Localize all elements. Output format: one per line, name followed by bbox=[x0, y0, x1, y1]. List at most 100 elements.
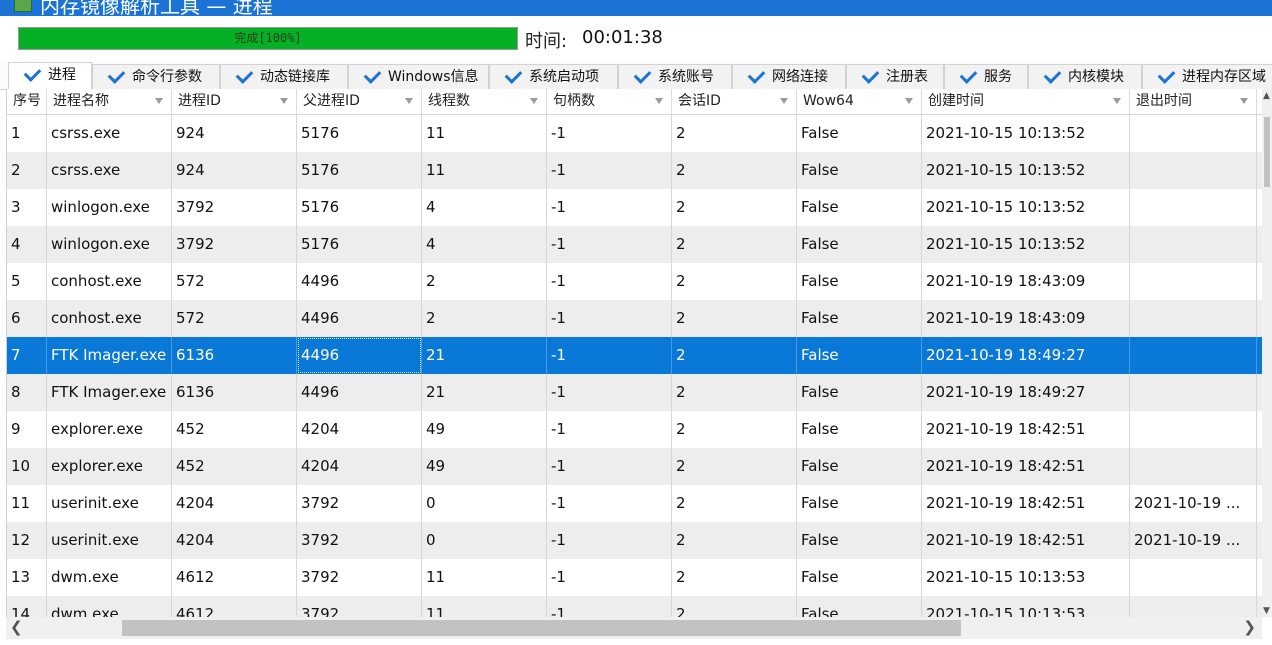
cell-session-id[interactable]: 2 bbox=[672, 522, 797, 559]
cell-session-id[interactable]: 2 bbox=[672, 189, 797, 226]
cell-pid[interactable]: 924 bbox=[172, 115, 297, 152]
cell-ppid[interactable]: 4204 bbox=[297, 448, 422, 485]
filter-arrow-icon[interactable] bbox=[655, 98, 663, 104]
cell-threads[interactable]: 0 bbox=[422, 485, 547, 522]
cell-process-name[interactable]: userinit.exe bbox=[47, 485, 172, 522]
cell-create-time[interactable]: 2021-10-15 10:13:53 bbox=[922, 596, 1130, 617]
cell-threads[interactable]: 4 bbox=[422, 189, 547, 226]
cell-process-name[interactable]: explorer.exe bbox=[47, 448, 172, 485]
tab-cmdline[interactable]: 命令行参数 bbox=[92, 64, 220, 89]
cell-wow64[interactable]: False bbox=[797, 115, 922, 152]
cell-ppid[interactable]: 3792 bbox=[297, 485, 422, 522]
cell-wow64[interactable]: False bbox=[797, 337, 922, 374]
cell-handles[interactable]: -1 bbox=[547, 263, 672, 300]
cell-ppid[interactable]: 5176 bbox=[297, 152, 422, 189]
cell-pid[interactable]: 6136 bbox=[172, 337, 297, 374]
cell-process-name[interactable]: dwm.exe bbox=[47, 596, 172, 617]
cell-handles[interactable]: -1 bbox=[547, 411, 672, 448]
cell-pid[interactable]: 4612 bbox=[172, 596, 297, 617]
cell-index[interactable]: 5 bbox=[7, 263, 47, 300]
scroll-right-icon[interactable]: ❯ bbox=[1243, 618, 1256, 636]
horizontal-scroll-thumb[interactable] bbox=[122, 620, 961, 636]
cell-session-id[interactable]: 2 bbox=[672, 374, 797, 411]
table-row[interactable]: 5 conhost.exe 572 4496 2 -1 2 False 2021-10-19 1… bbox=[7, 263, 1263, 301]
cell-create-time[interactable]: 2021-10-19 18:42:51 bbox=[922, 448, 1130, 485]
cell-threads[interactable]: 0 bbox=[422, 522, 547, 559]
cell-exit-time[interactable] bbox=[1130, 189, 1257, 226]
cell-exit-time[interactable] bbox=[1130, 300, 1257, 337]
cell-process-name[interactable]: csrss.exe bbox=[47, 152, 172, 189]
column-header[interactable]: 退出时间 bbox=[1130, 89, 1257, 114]
cell-ppid[interactable]: 4496 bbox=[297, 300, 422, 337]
cell-threads[interactable]: 49 bbox=[422, 411, 547, 448]
filter-arrow-icon[interactable] bbox=[905, 98, 913, 104]
cell-session-id[interactable]: 2 bbox=[672, 152, 797, 189]
cell-threads[interactable]: 11 bbox=[422, 115, 547, 152]
table-row[interactable]: 7 FTK Imager.exe 6136 4496 21 -1 2 False 2021-10… bbox=[7, 337, 1263, 375]
cell-wow64[interactable]: False bbox=[797, 300, 922, 337]
cell-index[interactable]: 9 bbox=[7, 411, 47, 448]
cell-exit-time[interactable]: 2021-10-19 ... bbox=[1130, 522, 1257, 559]
cell-wow64[interactable]: False bbox=[797, 411, 922, 448]
cell-pid[interactable]: 4612 bbox=[172, 559, 297, 596]
tab-network[interactable]: 网络连接 bbox=[732, 64, 846, 89]
cell-handles[interactable]: -1 bbox=[547, 337, 672, 374]
column-header[interactable]: 进程名称 bbox=[47, 89, 172, 114]
cell-pid[interactable]: 4204 bbox=[172, 522, 297, 559]
cell-ppid[interactable]: 3792 bbox=[297, 559, 422, 596]
cell-exit-time[interactable] bbox=[1130, 374, 1257, 411]
table-row[interactable]: 11 userinit.exe 4204 3792 0 -1 2 False 2021-10-1… bbox=[7, 485, 1263, 523]
cell-session-id[interactable]: 2 bbox=[672, 226, 797, 263]
tab-dll[interactable]: 动态链接库 bbox=[220, 64, 348, 89]
cell-wow64[interactable]: False bbox=[797, 263, 922, 300]
cell-exit-time[interactable] bbox=[1130, 596, 1257, 617]
cell-session-id[interactable]: 2 bbox=[672, 337, 797, 374]
tab-memory-regions[interactable]: 进程内存区域 bbox=[1142, 64, 1272, 89]
cell-wow64[interactable]: False bbox=[797, 485, 922, 522]
cell-handles[interactable]: -1 bbox=[547, 485, 672, 522]
cell-index[interactable]: 3 bbox=[7, 189, 47, 226]
tab-processes[interactable]: 进程 bbox=[8, 62, 92, 89]
cell-pid[interactable]: 3792 bbox=[172, 189, 297, 226]
tab-accounts[interactable]: 系统账号 bbox=[618, 64, 732, 89]
cell-threads[interactable]: 2 bbox=[422, 300, 547, 337]
column-header[interactable]: 会话ID bbox=[672, 89, 797, 114]
filter-arrow-icon[interactable] bbox=[780, 98, 788, 104]
cell-create-time[interactable]: 2021-10-19 18:49:27 bbox=[922, 374, 1130, 411]
cell-exit-time[interactable] bbox=[1130, 411, 1257, 448]
filter-arrow-icon[interactable] bbox=[280, 98, 288, 104]
cell-exit-time[interactable] bbox=[1130, 152, 1257, 189]
cell-create-time[interactable]: 2021-10-19 18:42:51 bbox=[922, 485, 1130, 522]
cell-ppid[interactable]: 4204 bbox=[297, 411, 422, 448]
cell-handles[interactable]: -1 bbox=[547, 522, 672, 559]
table-row[interactable]: 2 csrss.exe 924 5176 11 -1 2 False 2021-10-15 10… bbox=[7, 152, 1263, 190]
cell-wow64[interactable]: False bbox=[797, 226, 922, 263]
cell-pid[interactable]: 452 bbox=[172, 448, 297, 485]
cell-ppid[interactable]: 4496 bbox=[297, 374, 422, 411]
cell-process-name[interactable]: userinit.exe bbox=[47, 522, 172, 559]
cell-process-name[interactable]: explorer.exe bbox=[47, 411, 172, 448]
cell-threads[interactable]: 11 bbox=[422, 152, 547, 189]
cell-threads[interactable]: 2 bbox=[422, 263, 547, 300]
cell-exit-time[interactable]: 2021-10-19 ... bbox=[1130, 485, 1257, 522]
cell-handles[interactable]: -1 bbox=[547, 448, 672, 485]
cell-wow64[interactable]: False bbox=[797, 374, 922, 411]
cell-process-name[interactable]: conhost.exe bbox=[47, 300, 172, 337]
cell-index[interactable]: 1 bbox=[7, 115, 47, 152]
cell-ppid[interactable]: 3792 bbox=[297, 596, 422, 617]
cell-index[interactable]: 2 bbox=[7, 152, 47, 189]
table-row[interactable]: 12 userinit.exe 4204 3792 0 -1 2 False 2021-10-1… bbox=[7, 522, 1263, 560]
cell-create-time[interactable]: 2021-10-19 18:43:09 bbox=[922, 300, 1130, 337]
table-row[interactable]: 14 dwm.exe 4612 3792 11 -1 2 False 2021-10-15 10… bbox=[7, 596, 1263, 617]
column-header[interactable]: 进程ID bbox=[172, 89, 297, 114]
filter-arrow-icon[interactable] bbox=[1240, 98, 1248, 104]
cell-threads[interactable]: 49 bbox=[422, 448, 547, 485]
cell-threads[interactable]: 11 bbox=[422, 596, 547, 617]
cell-index[interactable]: 12 bbox=[7, 522, 47, 559]
tab-registry[interactable]: 注册表 bbox=[846, 64, 944, 89]
cell-create-time[interactable]: 2021-10-15 10:13:52 bbox=[922, 152, 1130, 189]
cell-create-time[interactable]: 2021-10-19 18:49:27 bbox=[922, 337, 1130, 374]
cell-session-id[interactable]: 2 bbox=[672, 596, 797, 617]
cell-wow64[interactable]: False bbox=[797, 189, 922, 226]
cell-process-name[interactable]: dwm.exe bbox=[47, 559, 172, 596]
